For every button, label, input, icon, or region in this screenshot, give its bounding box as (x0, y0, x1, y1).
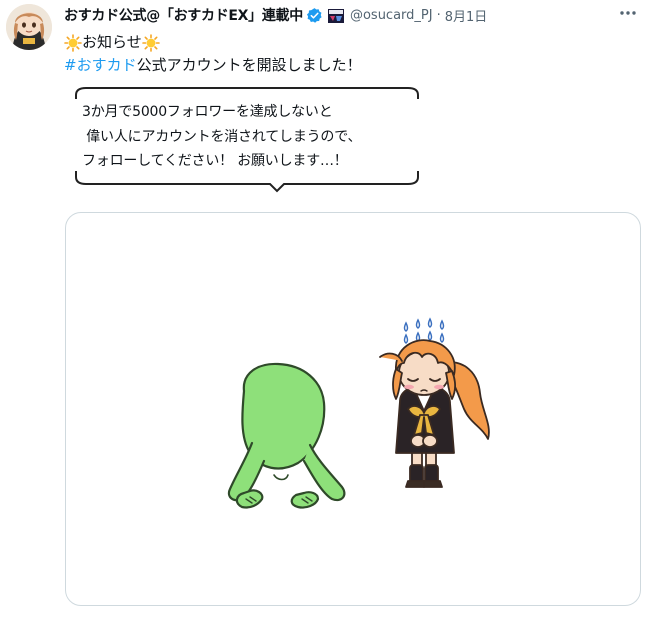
sun-emoji-icon (141, 33, 160, 52)
tweet-line-1: お知らせ (64, 31, 362, 54)
bubble-line: 3か月で5000フォロワーを達成しないと (82, 104, 333, 120)
speech-bubble-text: 3か月で5000フォロワーを達成しないと 偉い人にアカウントを消されてしまうので… (82, 100, 361, 174)
display-name[interactable]: おすカド公式@「おすカドEX」連載中 (64, 5, 303, 25)
green-creature (227, 362, 346, 509)
separator: · (436, 7, 441, 23)
girl-character (379, 339, 490, 488)
avatar-image (6, 4, 52, 50)
hashtag-link[interactable]: #おすカド (64, 54, 137, 77)
illustration (227, 317, 490, 509)
avatar[interactable] (6, 4, 52, 50)
tweet-text: お知らせ #おすカド 公式アカウントを開設しました！ (64, 31, 362, 77)
verified-badge-icon[interactable] (306, 7, 323, 24)
tweet-line-2: #おすカド 公式アカウントを開設しました！ (64, 54, 362, 77)
announcement-label: お知らせ (82, 33, 142, 51)
handle[interactable]: @osucard_PJ (350, 8, 433, 23)
affiliate-badge-icon[interactable] (327, 8, 344, 23)
media-image[interactable] (65, 212, 641, 606)
tweet-header: おすカド公式@「おすカドEX」連載中 @osucard_PJ · 8月1日 (64, 5, 640, 25)
timestamp[interactable]: 8月1日 (445, 6, 488, 25)
bubble-line: フォローしてください！ お願いします…！ (82, 153, 348, 169)
sun-emoji-icon (64, 33, 82, 52)
tweet-line-2-text: 公式アカウントを開設しました！ (136, 56, 362, 74)
more-options-icon[interactable] (618, 3, 638, 23)
bubble-line: 偉い人にアカウントを消されてしまうので、 (82, 128, 362, 145)
